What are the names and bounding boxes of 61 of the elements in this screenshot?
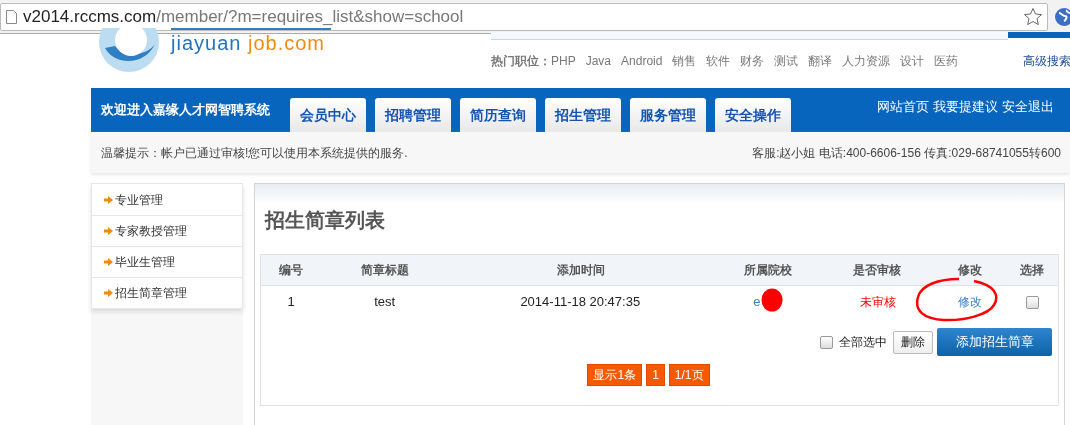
hot-job-link[interactable]: 医药	[934, 52, 959, 70]
hot-job-link[interactable]: Java	[585, 52, 612, 70]
contact-text: 客服:赵小姐 电话:400-6606-156 传真:029-68741055转600	[752, 144, 1061, 162]
page-icon	[6, 9, 17, 24]
column-header: 是否审核	[853, 263, 902, 277]
column-header: 所属院校	[744, 263, 792, 277]
hot-job-link[interactable]: 软件	[706, 52, 731, 70]
nav-link[interactable]: 我要提建议	[933, 97, 998, 117]
welcome-text: 欢迎进入嘉缘人才网智聘系统	[101, 101, 270, 120]
column-header: 简章标题	[361, 263, 409, 277]
redaction-dot	[761, 288, 783, 312]
arrow-icon	[104, 258, 113, 266]
globe-icon[interactable]	[1054, 6, 1070, 27]
url-text: v2014.rccms.com/member/?m=requires_list&show=school	[23, 5, 464, 28]
school-link[interactable]: e	[753, 294, 761, 310]
sidebar-item[interactable]: 招生简章管理	[92, 277, 242, 308]
hot-job-link[interactable]: 财务	[740, 52, 765, 70]
hot-jobs-label: 热门职位：	[491, 53, 551, 70]
column-header: 编号	[279, 263, 304, 277]
hot-job-link[interactable]: 测试	[774, 52, 799, 70]
nav-link[interactable]: 网站首页	[877, 97, 929, 117]
star-icon[interactable]	[1023, 6, 1043, 27]
hot-job-link[interactable]: 销售	[672, 52, 697, 70]
table-cell: test	[374, 294, 396, 310]
nav-tab[interactable]: 安全操作	[715, 98, 791, 132]
pagination-item: 显示1条	[587, 364, 643, 386]
column-header: 添加时间	[557, 263, 606, 277]
hot-job-link[interactable]: Android	[621, 52, 663, 70]
nav-tab[interactable]: 招聘管理	[375, 98, 451, 132]
arrow-icon	[104, 289, 113, 297]
column-header: 修改	[957, 263, 982, 277]
table-cell: 2014-11-18 20:47:35	[520, 294, 641, 310]
hot-job-link[interactable]: 人力资源	[842, 52, 891, 70]
arrow-icon	[104, 195, 113, 204]
delete-button[interactable]: 删除	[893, 330, 933, 354]
hot-job-link[interactable]: 翻译	[808, 52, 833, 70]
nav-tab[interactable]: 简历查询	[460, 98, 536, 132]
nav-tab[interactable]: 会员中心	[290, 98, 366, 132]
select-all-label: 全部选中	[839, 334, 887, 351]
edit-link[interactable]: 修改	[957, 295, 982, 310]
pagination-item[interactable]: 1	[646, 364, 665, 386]
arrow-icon	[104, 227, 113, 235]
advanced-search-link[interactable]: 高级搜索	[1023, 52, 1070, 70]
notice-text: 温馨提示：帐户已通过审核!您可以使用本系统提供的服务.	[101, 144, 408, 162]
hot-job-link[interactable]: 设计	[900, 52, 925, 70]
sidebar-item[interactable]: 专家教授管理	[92, 215, 242, 246]
add-button[interactable]: 添加招生简章	[937, 328, 1052, 356]
table-cell: 1	[287, 294, 295, 310]
logo-drawing[interactable]: jiayuan job.com	[95, 28, 331, 88]
nav-tab[interactable]: 服务管理	[630, 98, 706, 132]
checkbox[interactable]	[1026, 295, 1040, 309]
hot-job-link[interactable]: PHP	[551, 52, 576, 70]
pagination-item[interactable]: 1/1页	[668, 364, 710, 386]
nav-tab[interactable]: 招生管理	[545, 98, 621, 132]
checkbox[interactable]	[820, 335, 833, 349]
page-title: 招生简章列表	[265, 208, 386, 233]
nav-link[interactable]: 安全退出	[1002, 97, 1054, 117]
sidebar-item[interactable]: 毕业生管理	[92, 246, 242, 277]
review-status: 未审核	[859, 295, 896, 310]
column-header: 选择	[1020, 263, 1045, 277]
sidebar-item[interactable]: 专业管理	[92, 184, 242, 215]
